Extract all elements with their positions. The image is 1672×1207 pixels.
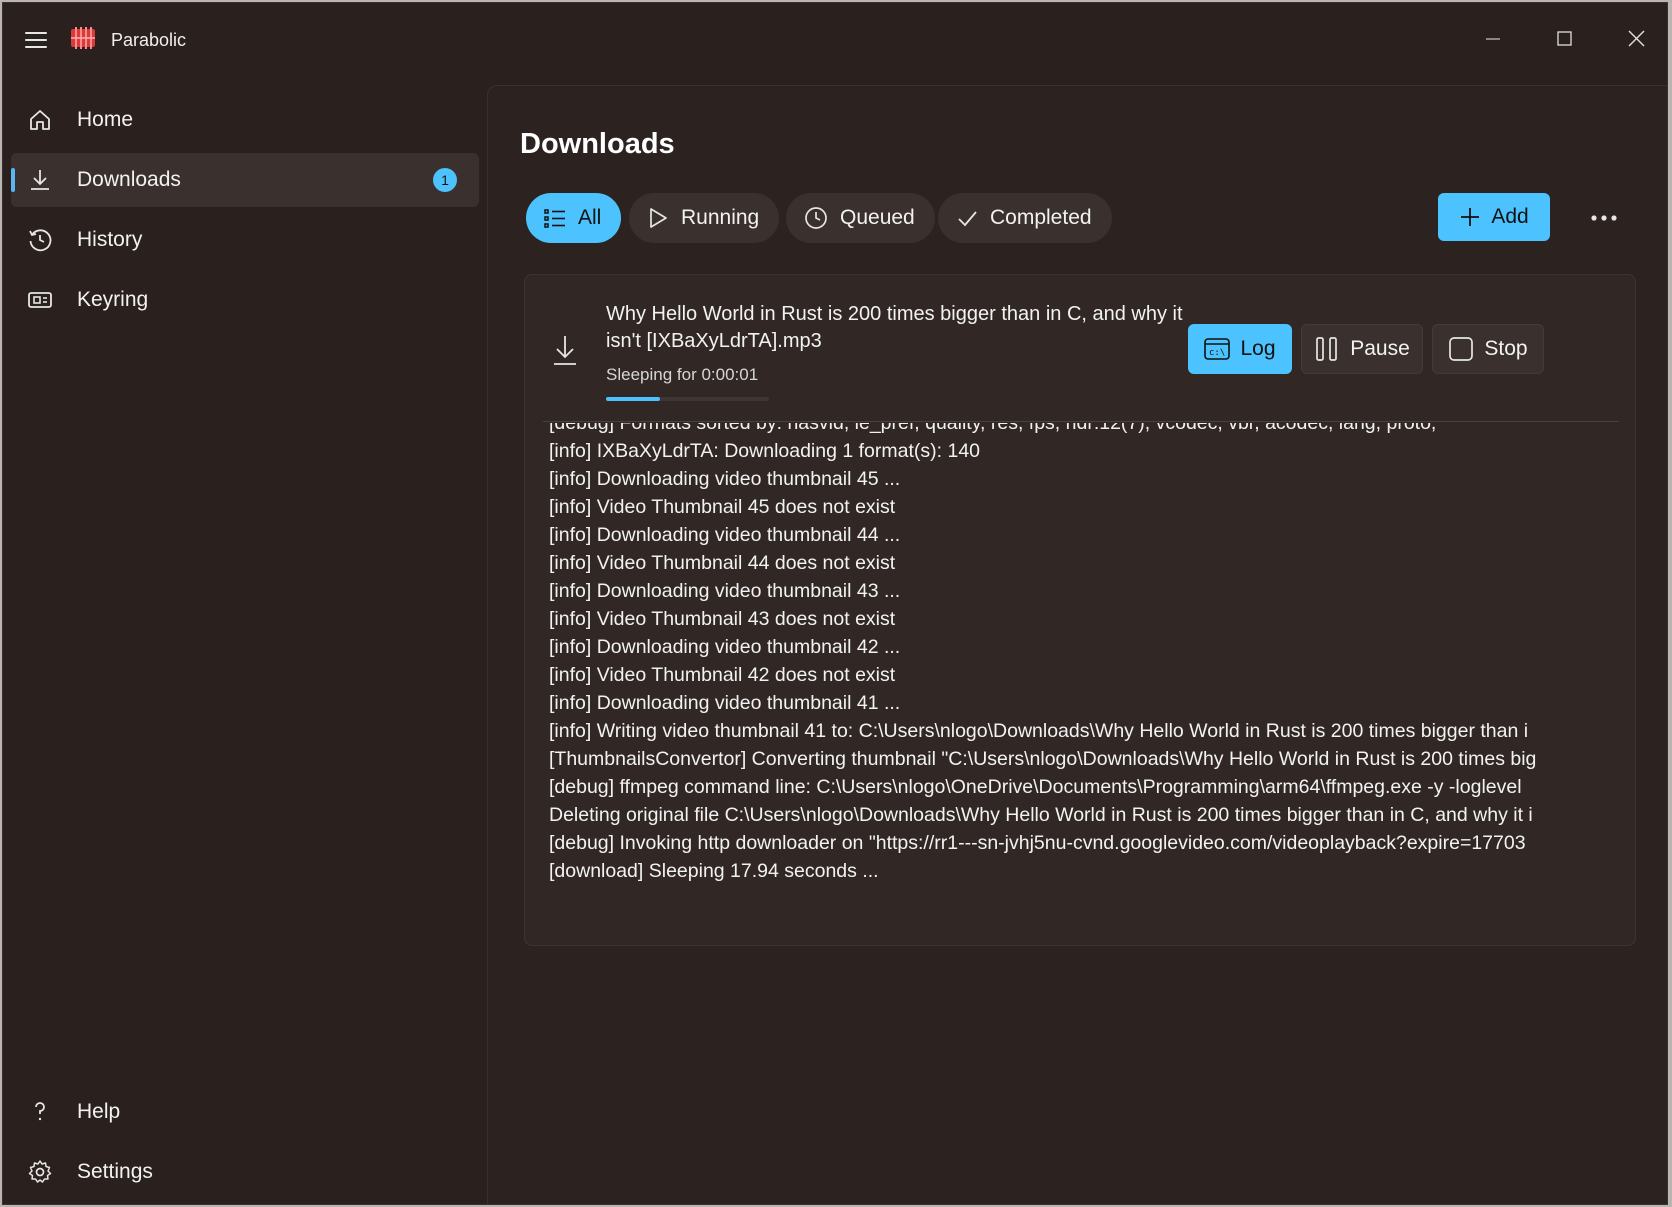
pause-label: Pause (1350, 337, 1410, 360)
svg-text:c:\: c:\ (1209, 348, 1225, 358)
help-icon (35, 1102, 45, 1121)
sidebar-item-label: Keyring (77, 288, 149, 311)
downloads-count-badge: 1 (433, 168, 457, 192)
log-line: [info] Downloading video thumbnail 45 ..… (549, 468, 901, 490)
log-line: [debug] ffmpeg command line: C:\Users\nl… (549, 776, 1522, 798)
maximize-icon[interactable] (1544, 21, 1584, 57)
log-line: [info] Video Thumbnail 45 does not exist (549, 496, 896, 518)
download-status: Sleeping for 0:00:01 (606, 365, 759, 384)
sidebar-item-settings[interactable]: Settings (11, 1145, 479, 1199)
log-line: [info] Downloading video thumbnail 44 ..… (549, 524, 901, 546)
filter-label: Queued (840, 206, 915, 229)
clock-icon (805, 207, 827, 229)
sidebar-item-label: History (77, 228, 143, 251)
log-line: [ThumbnailsConvertor] Converting thumbna… (549, 748, 1537, 770)
hamburger-menu-icon[interactable] (23, 29, 49, 51)
log-line: [info] Writing video thumbnail 41 to: C:… (549, 720, 1529, 742)
download-progress-bar (606, 397, 769, 401)
log-line: [download] Sleeping 17.94 seconds ... (549, 860, 879, 882)
pause-button[interactable]: Pause (1301, 324, 1423, 374)
card-divider (543, 421, 1619, 422)
sidebar-item-label: Downloads (77, 168, 181, 191)
sidebar-item-help[interactable]: Help (11, 1085, 479, 1139)
filter-all-button[interactable]: All (526, 193, 622, 243)
log-line: [info] Downloading video thumbnail 41 ..… (549, 692, 901, 714)
more-options-button[interactable] (1580, 198, 1628, 238)
sidebar-item-label: Home (77, 108, 134, 131)
terminal-icon: c:\ (1204, 338, 1231, 360)
plus-icon (1461, 208, 1480, 226)
log-line: [info] Downloading video thumbnail 43 ..… (549, 580, 901, 602)
sidebar-item-home[interactable]: Home (11, 93, 479, 147)
play-icon (650, 208, 667, 228)
stop-button[interactable]: Stop (1432, 324, 1544, 374)
log-label: Log (1240, 337, 1276, 360)
download-title: Why Hello World in Rust is 200 times big… (606, 303, 1183, 352)
pause-icon (1316, 337, 1338, 361)
sidebar-item-downloads[interactable]: Downloads 1 (11, 153, 479, 207)
log-button[interactable]: c:\ Log (1188, 324, 1292, 374)
filter-running-button[interactable]: Running (629, 193, 780, 243)
history-icon (29, 229, 52, 252)
page-title: Downloads (520, 128, 675, 160)
sidebar-item-keyring[interactable]: Keyring (11, 273, 479, 327)
log-line: [info] Downloading video thumbnail 42 ..… (549, 636, 901, 658)
download-log[interactable]: [debug] Formats sorted by: hasvid, ie_pr… (549, 423, 1617, 903)
filter-queued-button[interactable]: Queued (786, 193, 935, 243)
close-icon[interactable] (1616, 21, 1656, 57)
sidebar: Home Downloads 1 History Keyring Help Se… (3, 83, 487, 1204)
app-window: Parabolic Home Downloads 1 History Keyri… (2, 2, 1668, 1205)
log-line: [info] Video Thumbnail 42 does not exist (549, 664, 896, 686)
check-icon (958, 211, 977, 227)
gear-icon (28, 1160, 52, 1183)
title-bar: Parabolic (3, 3, 1667, 75)
selection-indicator (11, 168, 15, 192)
download-progress-fill (606, 397, 660, 401)
log-line: [debug] Formats sorted by: hasvid, ie_pr… (549, 423, 1437, 434)
filter-label: Running (681, 206, 760, 229)
app-title: Parabolic (111, 30, 187, 50)
log-line: [debug] Invoking http downloader on "htt… (549, 832, 1526, 854)
app-logo-icon (71, 27, 95, 49)
add-download-button[interactable]: Add (1438, 193, 1550, 241)
list-icon (544, 209, 565, 228)
sidebar-item-label: Settings (77, 1160, 153, 1183)
add-label: Add (1491, 205, 1529, 228)
sidebar-item-label: Help (77, 1100, 121, 1123)
log-line: [info] IXBaXyLdrTA: Downloading 1 format… (549, 440, 981, 462)
filter-completed-button[interactable]: Completed (938, 193, 1112, 243)
download-icon (554, 336, 576, 365)
main-content: Downloads All Running Queued Completed A… (487, 85, 1667, 1204)
log-line: Deleting original file C:\Users\nlogo\Do… (549, 804, 1533, 826)
download-icon (31, 170, 49, 190)
keyring-icon (28, 292, 52, 308)
stop-label: Stop (1484, 337, 1528, 360)
sidebar-item-history[interactable]: History (11, 213, 479, 267)
stop-icon (1449, 337, 1474, 361)
minimize-icon[interactable] (1473, 21, 1513, 57)
home-icon (30, 110, 50, 130)
log-line: [info] Video Thumbnail 43 does not exist (549, 608, 896, 630)
download-card: Why Hello World in Rust is 200 times big… (524, 274, 1636, 946)
log-line: [info] Video Thumbnail 44 does not exist (549, 552, 896, 574)
more-icon (1591, 215, 1617, 221)
filter-label: Completed (990, 206, 1092, 229)
filter-label: All (578, 206, 602, 229)
